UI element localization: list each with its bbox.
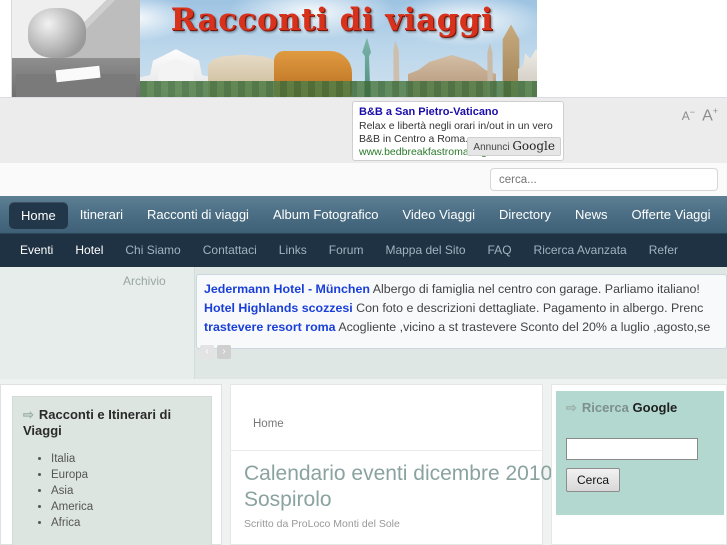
subnav-item-refer[interactable]: Refer (638, 234, 689, 267)
article-title-line-1: Calendario eventi dicembre 2010 a (244, 462, 570, 485)
page-root: Racconti di viaggi B&B a San Pietro-Vati… (0, 0, 727, 545)
subnav-item-links[interactable]: Links (268, 234, 318, 267)
subnav-item-faq[interactable]: FAQ (477, 234, 523, 267)
chevron-right-icon[interactable]: › (217, 345, 231, 359)
left-column: ⇨Racconti e Itinerari di Viaggi Italia E… (0, 384, 222, 545)
arrow-right-icon: ⇨ (566, 400, 577, 415)
secondary-navigation: Eventi Hotel Chi Siamo Contattaci Links … (0, 234, 727, 267)
archivio-link[interactable]: Archivio (123, 274, 166, 288)
subnav-item-ricerca-avanzata[interactable]: Ricerca Avanzata (523, 234, 638, 267)
subnav-item-eventi[interactable]: Eventi (9, 234, 64, 267)
article-byline: Scritto da ProLoco Monti del Sole (244, 518, 400, 530)
nav-item-directory[interactable]: Directory (487, 196, 563, 234)
google-ad-line-1: Relax e libertà negli orari in/out in un… (359, 120, 553, 132)
list-item[interactable]: America (51, 499, 201, 515)
subnav-item-contattaci[interactable]: Contattaci (192, 234, 268, 267)
hotel-ad-row: trastevere resort roma Acogliente ,vicin… (204, 318, 726, 337)
site-banner: Racconti di viaggi (11, 0, 537, 97)
content-columns: ⇨Racconti e Itinerari di Viaggi Italia E… (0, 379, 727, 545)
google-ad-title[interactable]: B&B a San Pietro-Vaticano (359, 106, 557, 118)
nav-item-offerte-viaggi[interactable]: Offerte Viaggi (620, 196, 723, 234)
font-decrease-button[interactable]: A− (682, 107, 695, 123)
google-ads-badge-prefix: Annunci (473, 142, 510, 153)
module-left-title: ⇨ Racconti e Itinerari di Viaggi (23, 407, 201, 439)
subnav-item-chi-siamo[interactable]: Chi Siamo (114, 234, 191, 267)
sidebar-link-america[interactable]: America (51, 501, 93, 513)
right-column: ⇨ Ricerca Google Cerca (551, 384, 727, 545)
ad-strip: B&B a San Pietro-Vaticano Relax e libert… (0, 97, 727, 163)
hotel-ad-text: Con foto e descrizioni dettagliate. Paga… (356, 301, 704, 315)
nav-item-video-viaggi[interactable]: Video Viaggi (390, 196, 487, 234)
hotel-ad-row: Jedermann Hotel - München Albergo di fam… (204, 280, 726, 299)
subnav-item-mappa-del-sito[interactable]: Mappa del Sito (374, 234, 476, 267)
google-search-button[interactable]: Cerca (566, 468, 621, 492)
nav-item-itinerari[interactable]: Itinerari (68, 196, 135, 234)
nav-item-racconti[interactable]: Racconti di viaggi (135, 196, 261, 234)
list-item[interactable]: Italia (51, 451, 201, 467)
arrow-right-icon: ⇨ (23, 407, 34, 422)
google-ad-box[interactable]: B&B a San Pietro-Vaticano Relax e libert… (352, 101, 564, 161)
hotel-ad-title[interactable]: trastevere resort roma (204, 320, 336, 334)
module-ricerca-google: ⇨ Ricerca Google Cerca (556, 391, 724, 515)
list-item[interactable]: Asia (51, 483, 201, 499)
sidebar-link-asia[interactable]: Asia (51, 485, 73, 497)
primary-nav-items: Home Itinerari Racconti di viaggi Album … (0, 196, 727, 234)
hotel-ad-title[interactable]: Hotel Highlands scozzesi (204, 301, 353, 315)
banner-title: Racconti di viaggi (170, 2, 494, 38)
search-input[interactable] (490, 168, 718, 191)
hotel-ad-row: Hotel Highlands scozzesi Con foto e desc… (204, 299, 726, 318)
primary-navigation: Home Itinerari Racconti di viaggi Album … (0, 196, 727, 234)
divider (231, 450, 544, 451)
article-title: Calendario eventi dicembre 2010 a Sospir… (244, 461, 574, 513)
nav-item-album-fotografico[interactable]: Album Fotografico (261, 196, 391, 234)
module-right-title: ⇨ Ricerca Google (566, 400, 714, 416)
module-racconti-itinerari: ⇨Racconti e Itinerari di Viaggi Italia E… (12, 396, 212, 545)
font-increase-button[interactable]: A+ (702, 106, 718, 125)
sidebar-link-italia[interactable]: Italia (51, 453, 75, 465)
breadcrumb[interactable]: Home (253, 418, 284, 430)
sub-header-band: Archivio Jedermann Hotel - München Alber… (0, 267, 727, 379)
module-right-title-word-1: Ricerca (581, 400, 629, 415)
hotel-ad-text: Acogliente ,vicino a st trastevere Scont… (338, 320, 711, 334)
module-right-title-word-2: Google (632, 400, 678, 415)
sidebar-link-africa[interactable]: Africa (51, 517, 80, 529)
sidebar-link-europa[interactable]: Europa (51, 469, 88, 481)
google-search-input[interactable] (566, 438, 698, 460)
subnav-item-hotel[interactable]: Hotel (64, 234, 114, 267)
module-left-title-text: Racconti e Itinerari di Viaggi (23, 407, 172, 438)
google-ads-badge-brand: Google (512, 139, 555, 153)
secondary-nav-items: Eventi Hotel Chi Siamo Contattaci Links … (0, 234, 727, 267)
treeline-graphic (140, 81, 537, 97)
subnav-item-forum[interactable]: Forum (318, 234, 375, 267)
search-row (0, 163, 727, 196)
archivio-column: Archivio (0, 267, 195, 379)
hotel-ad-text: Albergo di famiglia nel centro con garag… (372, 282, 700, 296)
list-item[interactable]: Africa (51, 515, 201, 531)
hotel-ad-title[interactable]: Jedermann Hotel - München (204, 282, 370, 296)
main-column: Home Calendario eventi dicembre 2010 a S… (230, 384, 570, 545)
hotel-ads-box: Jedermann Hotel - München Albergo di fam… (196, 274, 727, 349)
chevron-left-icon[interactable]: ‹ (200, 345, 214, 359)
module-left-list: Italia Europa Asia America Africa (23, 451, 201, 531)
nav-item-home[interactable]: Home (9, 201, 68, 229)
list-item[interactable]: Europa (51, 467, 201, 483)
nav-item-news[interactable]: News (563, 196, 620, 234)
font-size-controls: A− A+ (682, 106, 718, 125)
google-ads-badge[interactable]: Annunci Google (467, 137, 561, 156)
hotel-ads-pager: ‹ › (200, 345, 231, 359)
article-title-line-2: Sospirolo (244, 488, 332, 511)
